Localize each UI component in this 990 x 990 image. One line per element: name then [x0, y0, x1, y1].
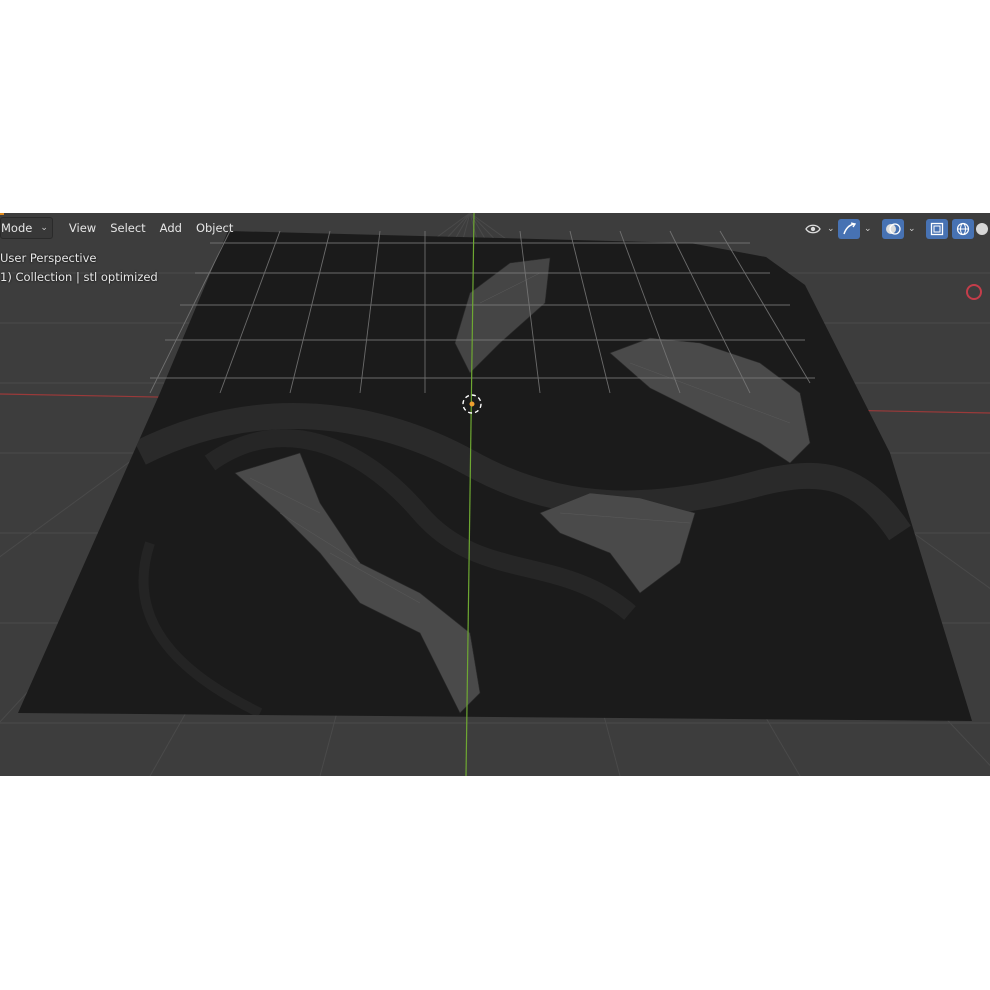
menu-object[interactable]: Object	[190, 218, 239, 238]
menu-select[interactable]: Select	[104, 218, 151, 238]
chevron-down-icon: ⌄	[864, 224, 872, 234]
gizmo-arrow-icon	[838, 219, 860, 239]
shading-solid[interactable]	[975, 219, 989, 239]
collection-label: 1) Collection | stl optimized	[0, 270, 158, 284]
wireframe-sphere-icon	[952, 219, 974, 239]
menu-view[interactable]: View	[63, 218, 102, 238]
view-perspective-label: User Perspective	[0, 251, 97, 265]
shading-wireframe[interactable]	[952, 219, 974, 239]
mode-dropdown[interactable]: Mode ⌄	[0, 217, 53, 239]
visibility-toggle[interactable]: ⌄	[803, 219, 839, 239]
menu-add[interactable]: Add	[154, 218, 188, 238]
overlays-toggle[interactable]: ⌄	[882, 219, 920, 239]
terrain-mesh[interactable]	[18, 231, 972, 721]
solid-sphere-icon	[975, 219, 989, 239]
chevron-down-icon: ⌄	[908, 224, 916, 234]
xray-toggle-icon	[926, 219, 948, 239]
overlay-circles-icon	[882, 219, 904, 239]
chevron-down-icon: ⌄	[40, 223, 48, 233]
mode-label: Mode	[1, 221, 33, 235]
viewport-scene[interactable]	[0, 213, 990, 776]
record-icon[interactable]	[966, 284, 982, 300]
eye-icon	[803, 219, 823, 239]
chevron-down-icon: ⌄	[827, 224, 835, 234]
gizmo-toggle[interactable]: ⌄	[838, 219, 876, 239]
xray-toggle[interactable]	[926, 219, 948, 239]
3d-viewport[interactable]: Mode ⌄ View Select Add Object ⌄ ⌄ ⌄ User…	[0, 213, 990, 776]
